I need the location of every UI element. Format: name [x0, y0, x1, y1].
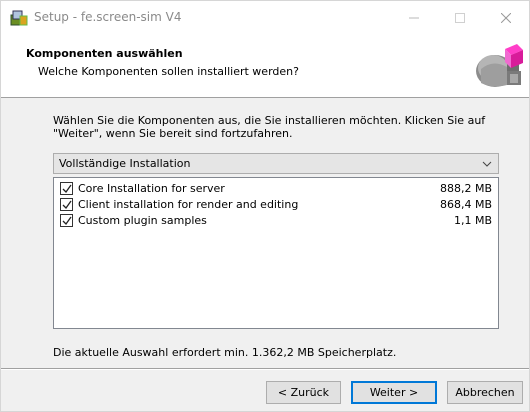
- minimize-button[interactable]: [391, 1, 437, 34]
- checkbox[interactable]: [60, 182, 73, 195]
- page-title: Komponenten auswählen: [26, 47, 183, 60]
- divider: [1, 368, 529, 370]
- component-item-plugins[interactable]: Custom plugin samples 1,1 MB: [60, 213, 492, 229]
- chevron-down-icon: [482, 161, 492, 167]
- component-item-client[interactable]: Client installation for render and editi…: [60, 197, 492, 213]
- page-subtitle: Welche Komponenten sollen installiert we…: [38, 65, 299, 78]
- window-title: Setup - fe.screen-sim V4: [34, 10, 182, 24]
- close-icon: [501, 12, 511, 23]
- disk-space-text: Die aktuelle Auswahl erfordert min. 1.36…: [53, 346, 397, 359]
- checkbox[interactable]: [60, 198, 73, 211]
- close-button[interactable]: [483, 1, 529, 34]
- component-label: Client installation for render and editi…: [78, 198, 299, 211]
- components-list[interactable]: Core Installation for server 888,2 MB Cl…: [53, 177, 499, 329]
- cancel-button[interactable]: Abbrechen: [447, 381, 523, 404]
- component-item-core[interactable]: Core Installation for server 888,2 MB: [60, 181, 492, 197]
- checkmark-icon: [62, 184, 72, 194]
- maximize-button[interactable]: [437, 1, 483, 34]
- component-label: Core Installation for server: [78, 182, 225, 195]
- setup-window: Setup - fe.screen-sim V4 Komponenten aus…: [0, 0, 530, 412]
- title-bar[interactable]: Setup - fe.screen-sim V4: [1, 1, 529, 34]
- component-size: 868,4 MB: [439, 198, 492, 211]
- wizard-header: Komponenten auswählen Welche Komponenten…: [1, 34, 529, 98]
- checkbox[interactable]: [60, 214, 73, 227]
- maximize-icon: [455, 12, 465, 23]
- next-button[interactable]: Weiter >: [351, 381, 437, 404]
- install-type-select[interactable]: Vollständige Installation: [53, 153, 499, 174]
- back-button[interactable]: < Zurück: [266, 381, 341, 404]
- minimize-icon: [409, 17, 419, 18]
- installer-box-graphic: [473, 41, 523, 91]
- setup-installer-icon: [10, 10, 28, 26]
- checkmark-icon: [62, 200, 72, 210]
- instructions-text: Wählen Sie die Komponenten aus, die Sie …: [53, 114, 486, 140]
- component-size: 1,1 MB: [453, 214, 492, 227]
- checkmark-icon: [62, 216, 72, 226]
- component-label: Custom plugin samples: [78, 214, 207, 227]
- component-size: 888,2 MB: [439, 182, 492, 195]
- install-type-value: Vollständige Installation: [59, 157, 191, 170]
